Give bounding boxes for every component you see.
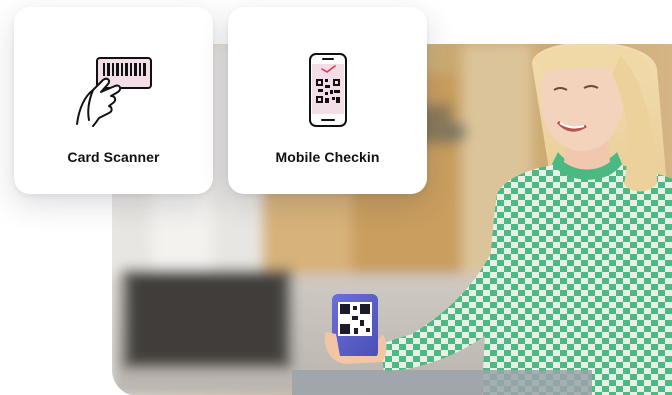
card-scanner-icon	[69, 45, 159, 135]
card-scanner-option[interactable]: Card Scanner	[14, 7, 213, 194]
mobile-checkin-label: Mobile Checkin	[275, 149, 380, 165]
mobile-checkin-option[interactable]: Mobile Checkin	[228, 7, 427, 194]
card-scanner-label: Card Scanner	[67, 149, 160, 165]
mobile-qr-checkin-icon	[283, 45, 373, 135]
checkin-options-hero: Card Scanner Mobile Checkin	[0, 0, 672, 395]
